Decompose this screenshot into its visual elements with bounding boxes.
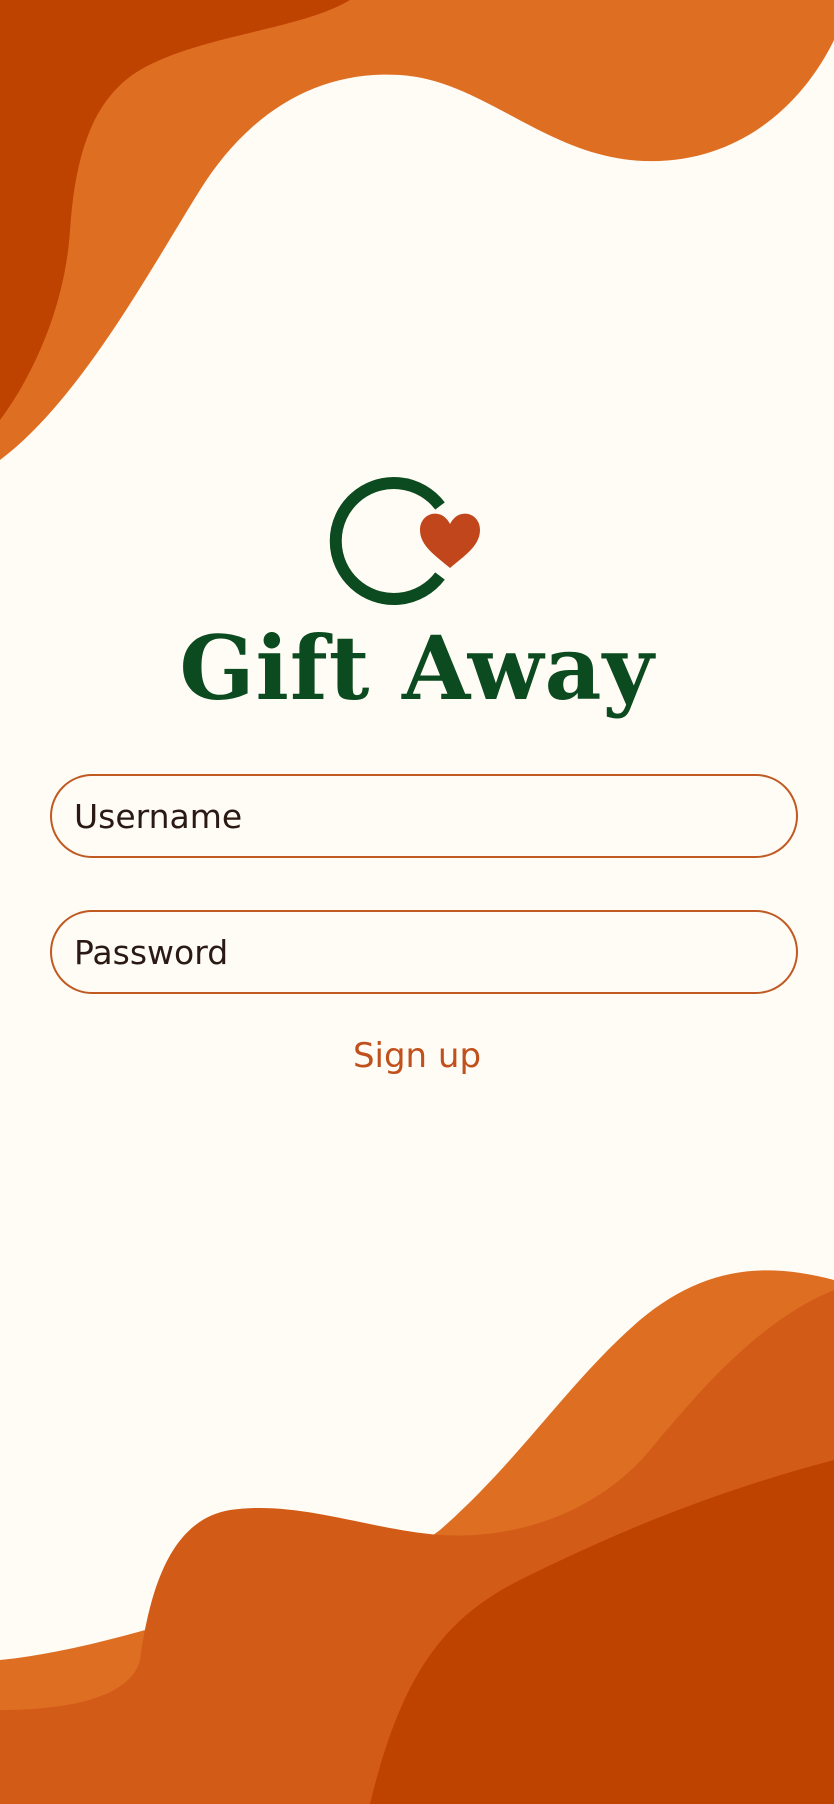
gift-away-logo-icon [329, 477, 480, 605]
login-screen: Gift Away Sign up [0, 0, 834, 1804]
app-title: Gift Away [179, 616, 655, 720]
password-input[interactable] [74, 932, 774, 972]
username-input[interactable] [74, 796, 774, 836]
sign-up-link[interactable]: Sign up [0, 1034, 834, 1078]
top-wave-decoration [0, 0, 834, 460]
bottom-wave-decoration [0, 1270, 834, 1804]
password-field[interactable] [50, 910, 798, 994]
username-field[interactable] [50, 774, 798, 858]
